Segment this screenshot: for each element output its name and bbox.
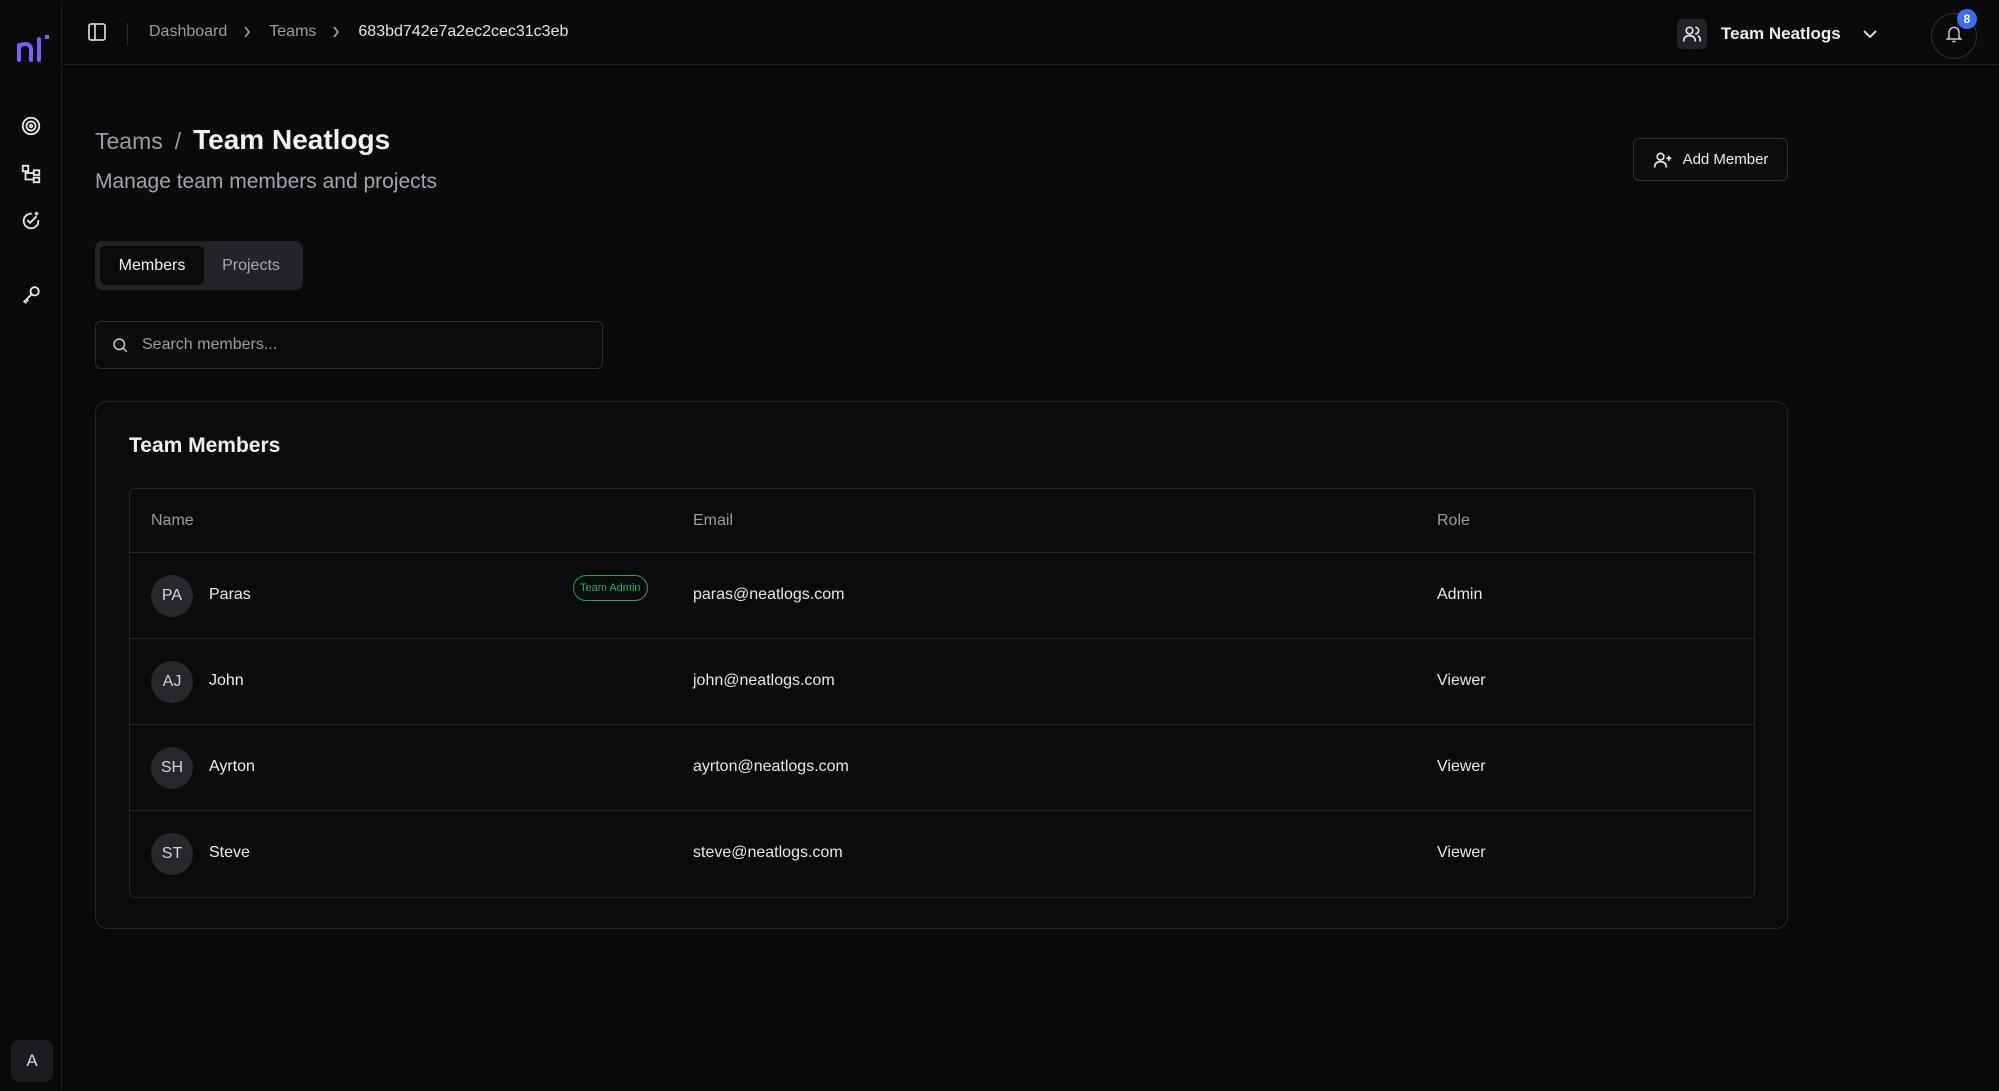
top-bar: Dashboard Teams 683bd742e7a2ec2cec31c3eb…	[63, 3, 1999, 65]
tab-members[interactable]: Members	[100, 246, 204, 285]
notification-count-badge: 8	[1957, 9, 1977, 29]
add-member-label: Add Member	[1682, 151, 1769, 168]
breadcrumb-dashboard[interactable]: Dashboard	[149, 23, 227, 41]
column-header-role: Role	[1437, 512, 1470, 529]
key-icon	[20, 284, 42, 311]
member-role: Viewer	[1437, 758, 1486, 775]
team-members-card: Team Members Name Email Role PA Paras Te…	[95, 401, 1788, 929]
breadcrumb-team-id: 683bd742e7a2ec2cec31c3eb	[358, 23, 569, 40]
avatar: PA	[151, 575, 193, 617]
avatar: SH	[151, 747, 193, 789]
user-avatar-button[interactable]: A	[11, 1040, 53, 1082]
team-switcher[interactable]: Team Neatlogs	[1677, 17, 1877, 51]
member-email: john@neatlogs.com	[693, 672, 835, 689]
page-subtitle: Manage team members and projects	[95, 170, 437, 193]
avatar: AJ	[151, 661, 193, 703]
sidebar-item-workflow[interactable]	[13, 158, 49, 194]
member-role: Viewer	[1437, 844, 1486, 861]
toggle-sidebar-button[interactable]	[84, 21, 110, 47]
users-icon	[1677, 19, 1707, 49]
sidebar-item-target[interactable]	[13, 110, 49, 146]
search-icon	[110, 335, 130, 355]
sidebar-item-evaluations[interactable]	[13, 205, 49, 241]
divider	[127, 23, 128, 45]
badge-check-icon	[20, 210, 42, 237]
table-row[interactable]: ST Steve steve@neatlogs.com Viewer	[130, 811, 1754, 897]
page-title: Team Neatlogs	[193, 124, 391, 155]
tab-list: Members Projects	[95, 241, 303, 290]
search-box	[95, 321, 603, 369]
member-name: Ayrton	[209, 758, 255, 775]
card-title: Team Members	[129, 434, 281, 457]
page-heading: Teams / Team Neatlogs	[95, 124, 390, 156]
column-header-email: Email	[693, 512, 734, 529]
chevron-right-icon	[332, 25, 342, 39]
search-members-input[interactable]	[140, 335, 580, 355]
members-table: Name Email Role PA Paras Team Admin para…	[129, 488, 1755, 898]
workflow-icon	[20, 163, 42, 190]
member-name: John	[209, 672, 244, 689]
column-header-name: Name	[151, 512, 194, 529]
table-row[interactable]: AJ John john@neatlogs.com Viewer	[130, 639, 1754, 725]
member-email: ayrton@neatlogs.com	[693, 758, 849, 775]
panel-left-icon	[87, 22, 107, 47]
user-plus-icon	[1653, 150, 1683, 170]
table-row[interactable]: SH Ayrton ayrton@neatlogs.com Viewer	[130, 725, 1754, 811]
avatar: ST	[151, 833, 193, 875]
member-email: paras@neatlogs.com	[693, 586, 845, 603]
add-member-button[interactable]: Add Member	[1633, 138, 1788, 181]
breadcrumb-teams[interactable]: Teams	[269, 23, 316, 41]
member-name: Paras	[209, 586, 251, 603]
chevron-right-icon	[243, 25, 253, 39]
team-switcher-label: Team Neatlogs	[1721, 24, 1841, 43]
neatlogs-logo[interactable]	[16, 33, 52, 65]
target-icon	[20, 115, 42, 142]
chevron-down-icon	[1862, 29, 1877, 39]
table-header: Name Email Role	[130, 489, 1754, 553]
tab-projects[interactable]: Projects	[204, 246, 298, 285]
member-role: Admin	[1437, 586, 1483, 603]
sidebar-item-api-keys[interactable]	[13, 279, 49, 315]
sidebar: A	[0, 3, 62, 1089]
heading-separator: /	[174, 128, 182, 154]
member-email: steve@neatlogs.com	[693, 844, 843, 861]
table-row[interactable]: PA Paras Team Admin paras@neatlogs.com A…	[130, 553, 1754, 639]
member-role: Viewer	[1437, 672, 1486, 689]
breadcrumb: Dashboard Teams 683bd742e7a2ec2cec31c3eb	[149, 23, 568, 41]
team-admin-badge: Team Admin	[573, 575, 648, 601]
member-name: Steve	[209, 844, 250, 861]
heading-crumb-teams[interactable]: Teams	[95, 128, 163, 155]
app-frame: A Dashboard Teams 683bd742e7a2ec2cec31c3…	[0, 0, 1999, 1091]
